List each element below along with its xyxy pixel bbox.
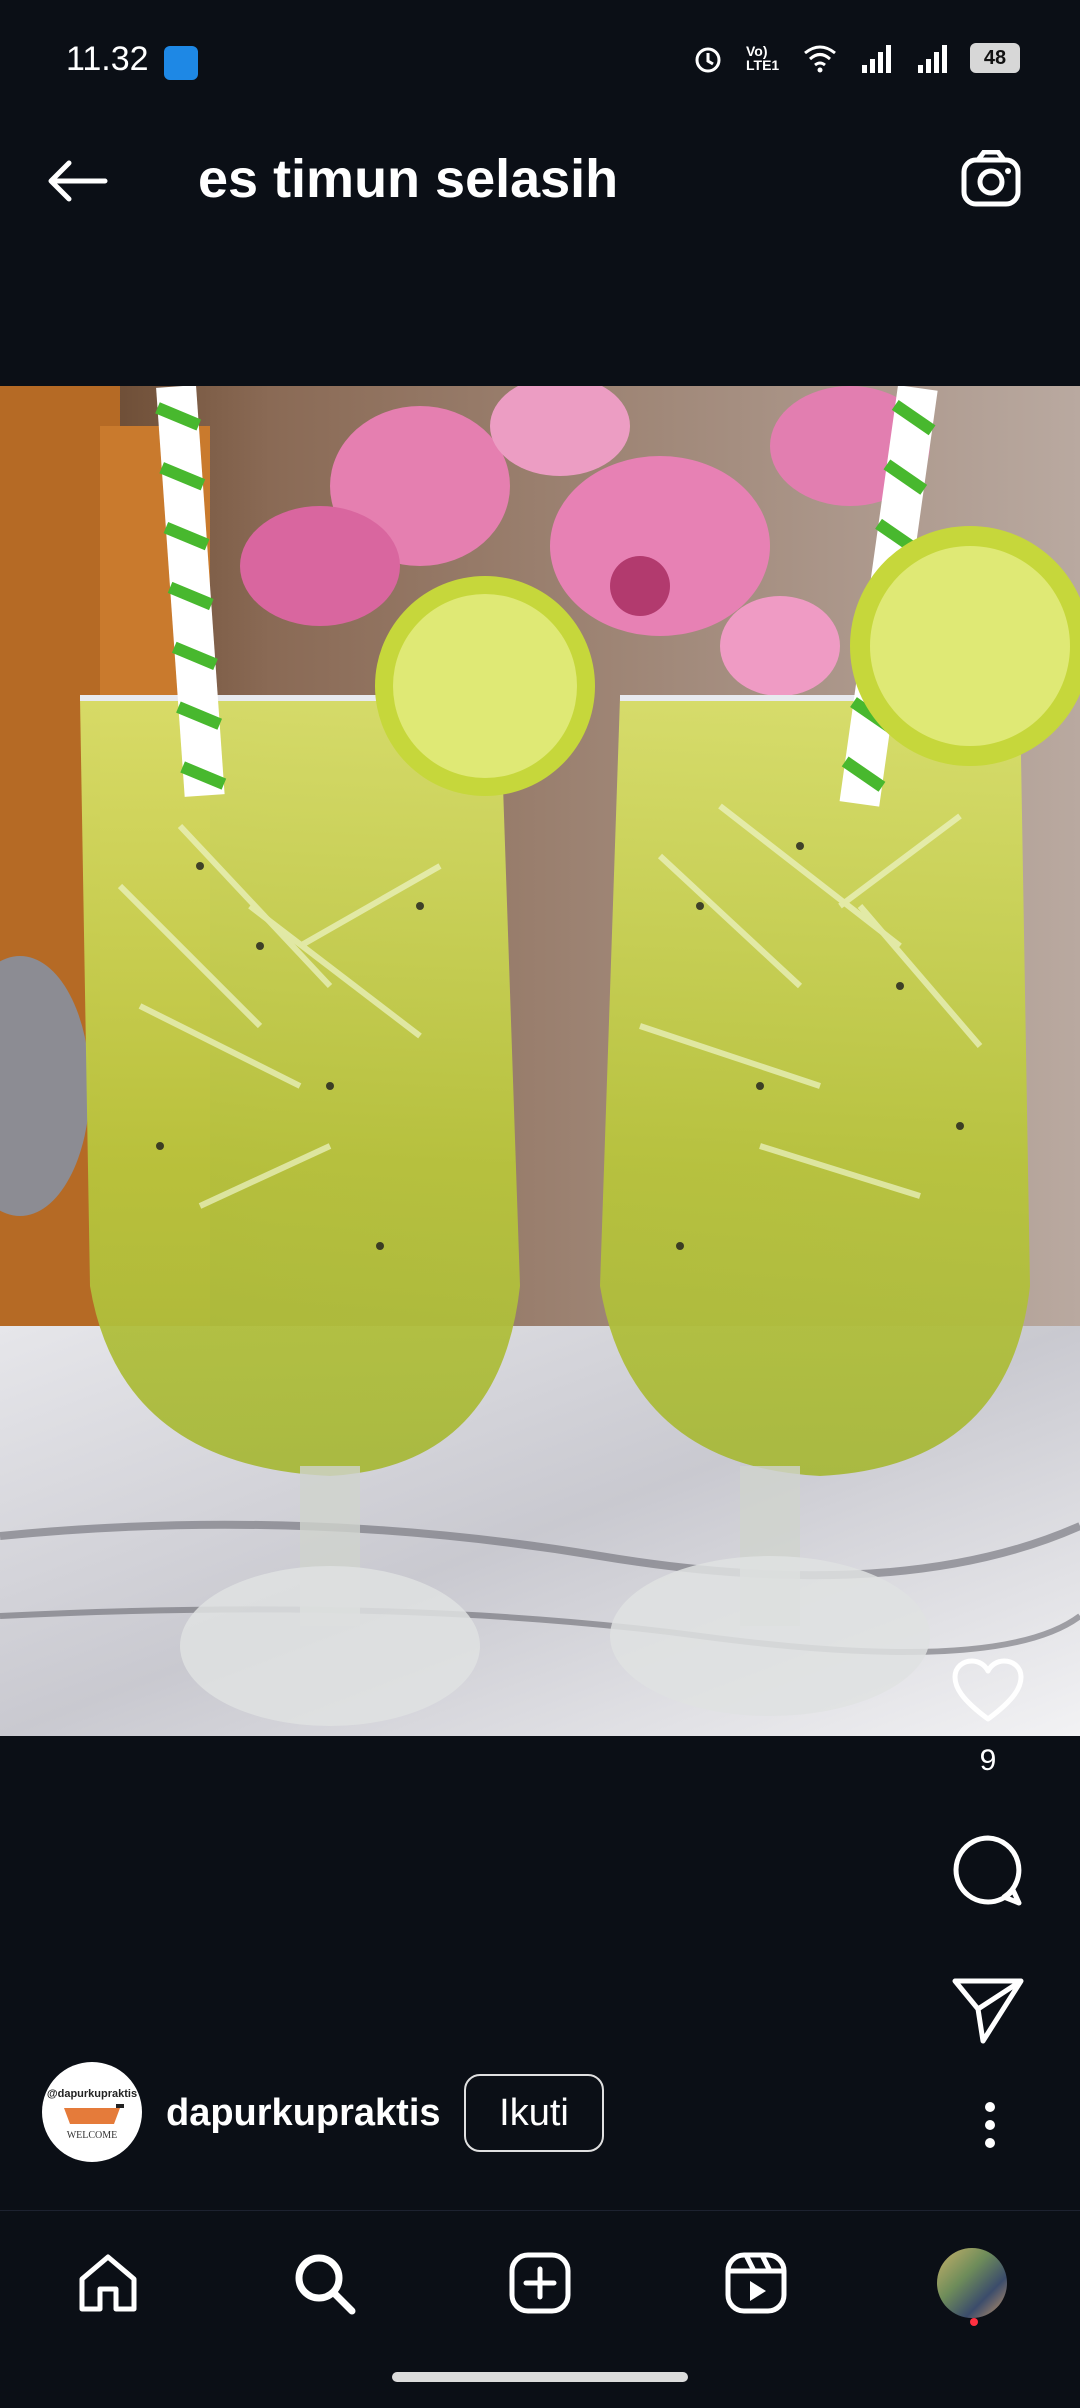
reels-icon [725, 2252, 787, 2314]
status-bar: 11.32 Vo) LTE1 48 [0, 0, 1080, 110]
camera-icon [961, 150, 1021, 207]
status-time: 11.32 [66, 40, 149, 78]
notification-dot [970, 2318, 978, 2326]
search-icon [295, 2254, 356, 2315]
share-button[interactable] [928, 1960, 1048, 2060]
arrow-left-icon [48, 160, 108, 202]
post-author: @dapurkupraktis WELCOME dapurkupraktis I… [42, 2062, 1042, 2172]
nav-search[interactable] [274, 2233, 374, 2333]
battery-icon: 48 [970, 43, 1020, 73]
signal-icon [858, 40, 894, 76]
camera-button[interactable] [952, 140, 1032, 220]
signal-icon [914, 40, 950, 76]
home-icon [79, 2254, 137, 2312]
nav-create[interactable] [490, 2233, 590, 2333]
heart-icon [952, 1658, 1024, 1722]
add-post-icon [509, 2252, 571, 2314]
more-options-button[interactable] [960, 2080, 1020, 2170]
comment-icon [953, 1835, 1022, 1906]
author-username[interactable]: dapurkupraktis [166, 2092, 441, 2135]
like-button[interactable] [928, 1640, 1048, 1740]
like-count: 9 [979, 1744, 997, 1777]
alarm-icon [690, 40, 726, 76]
avatar-text-bottom: WELCOME [66, 2130, 118, 2141]
back-button[interactable] [40, 144, 114, 218]
status-icons: Vo) LTE1 48 [690, 40, 1020, 76]
follow-button[interactable]: Ikuti [464, 2074, 604, 2152]
author-avatar[interactable]: @dapurkupraktis WELCOME [42, 2062, 142, 2162]
page-title: es timun selasih [198, 149, 619, 209]
comment-button[interactable] [928, 1820, 1048, 1920]
avatar-text-top: @dapurkupraktis [46, 2088, 138, 2100]
app-notification-icon [164, 46, 198, 80]
wifi-icon [802, 40, 838, 76]
send-icon [952, 1978, 1024, 2044]
nav-reels[interactable] [706, 2233, 806, 2333]
profile-avatar [937, 2248, 1007, 2318]
nav-home[interactable] [58, 2233, 158, 2333]
bottom-navigation [0, 2210, 1080, 2341]
more-vertical-icon [985, 2102, 995, 2148]
home-indicator[interactable] [392, 2372, 688, 2382]
volte-label: Vo) LTE1 [746, 43, 780, 73]
page-header: es timun selasih [0, 110, 1080, 250]
post-image[interactable] [0, 386, 1080, 1736]
